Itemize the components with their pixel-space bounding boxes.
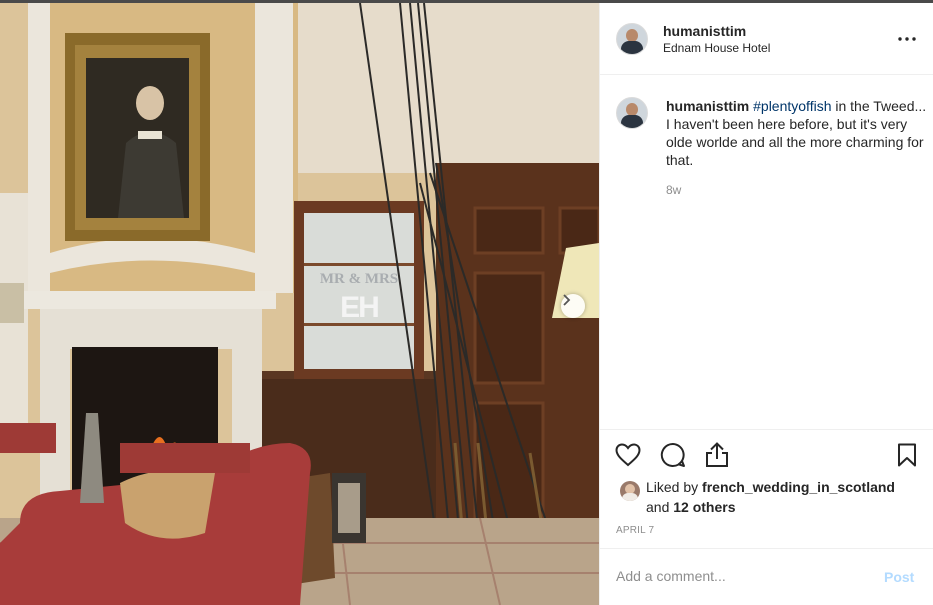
mantel-left-column [40,309,70,519]
heart-icon [615,443,641,467]
bookmark-icon [898,443,916,467]
author-username[interactable]: humanisttim [663,23,746,39]
liker-avatar[interactable] [620,481,640,501]
fender-seat-right [120,443,250,473]
post-photo[interactable]: MR & MRS EH [0,3,599,605]
comment-bar: Post [600,548,933,605]
action-bar [600,429,933,478]
chevron-right-icon [563,294,571,306]
share-icon [706,442,728,467]
more-options-button[interactable] [895,27,919,51]
post-comment-button[interactable]: Post [884,569,914,585]
right-ornament [255,3,293,293]
sign-line-2: EH [340,291,380,324]
portrait-face [136,86,164,120]
comment-input[interactable] [616,568,856,584]
photo-scene [0,3,599,605]
post-date[interactable]: APRIL 7 [616,525,654,536]
next-photo-button[interactable] [561,294,585,318]
post-location[interactable]: Ednam House Hotel [663,41,770,55]
post-header: humanisttim Ednam House Hotel [600,3,933,75]
likes-text: Liked by french_wedding_in_scotlandand 1… [646,477,895,517]
comment-icon [660,442,685,467]
upper-wall-right [290,3,599,173]
save-button[interactable] [892,440,922,470]
author-avatar[interactable] [616,23,648,55]
sign-line-1: MR & MRS [319,271,399,287]
caption-hashtag[interactable]: #plentyoffish [753,98,831,114]
likes-summary: Liked by french_wedding_in_scotlandand 1… [616,477,926,517]
comment-button[interactable] [658,440,688,470]
likes-others-link[interactable]: 12 others [673,499,735,515]
portrait-coat [118,132,184,218]
left-ornament [28,3,50,293]
likes-prefix: Liked by [646,479,703,495]
caption-username[interactable]: humanisttim [666,98,749,114]
mantel-shelf [24,291,276,309]
caption-text: humanisttim #plentyoffish in the Tweed..… [666,97,928,169]
like-button[interactable] [613,440,643,470]
caption-avatar[interactable] [616,97,648,129]
fender-seat-left [0,423,56,453]
more-options-icon [898,37,916,41]
likes-and: and [646,499,674,515]
caption-time-ago: 8w [666,183,682,197]
cushion [120,469,215,539]
post-details-panel: humanisttim Ednam House Hotel humanistti… [599,3,933,605]
liker-username[interactable]: french_wedding_in_scotland [702,479,895,495]
share-button[interactable] [702,440,732,470]
